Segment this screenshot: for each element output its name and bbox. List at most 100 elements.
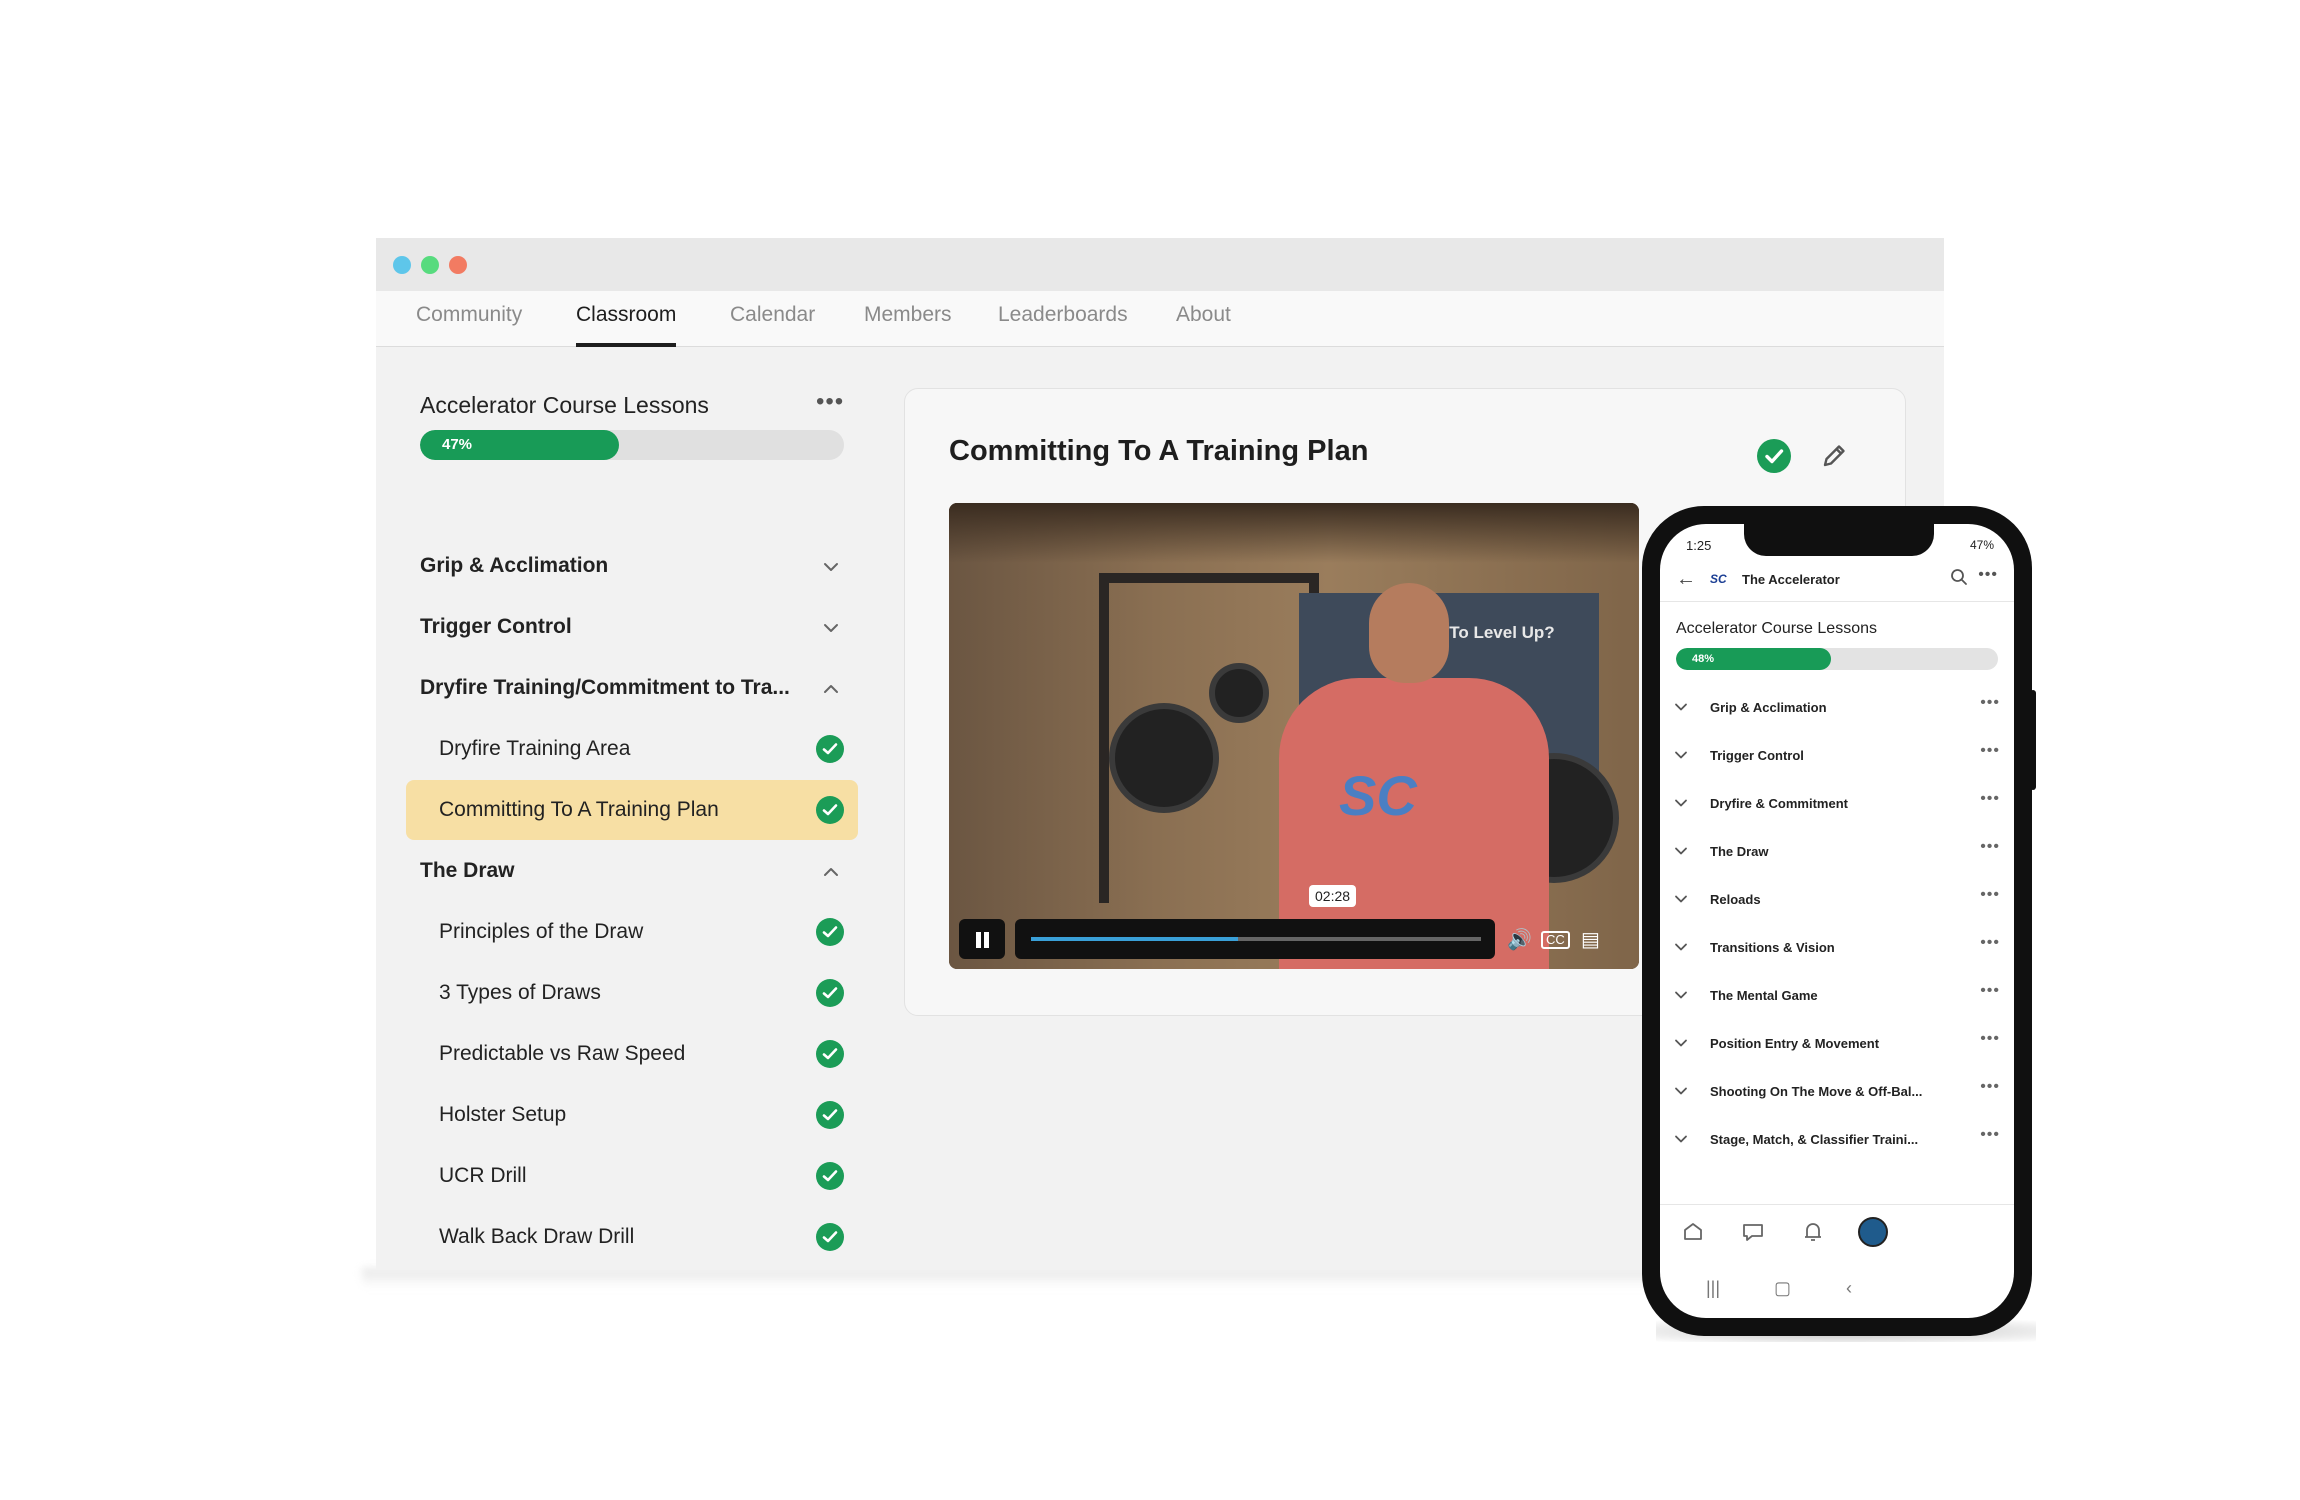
volume-icon[interactable]: 🔊 bbox=[1507, 927, 1532, 952]
app-title: The Accelerator bbox=[1742, 572, 1840, 587]
search-icon[interactable] bbox=[1950, 568, 1968, 586]
chevron-down-icon[interactable] bbox=[1674, 892, 1688, 906]
tab-members[interactable]: Members bbox=[864, 291, 952, 347]
section-more-button[interactable]: ••• bbox=[1980, 934, 2000, 952]
section-more-button[interactable]: ••• bbox=[1980, 982, 2000, 1000]
video-controls: 02:28 🔊 CC ▤ bbox=[959, 885, 1639, 959]
sidebar-lesson[interactable]: Committing To A Training Plan bbox=[406, 780, 858, 840]
chevron-down-icon[interactable] bbox=[822, 558, 840, 576]
section-more-button[interactable]: ••• bbox=[1980, 790, 2000, 808]
course-progress-label: 47% bbox=[442, 436, 473, 453]
section-more-button[interactable]: ••• bbox=[1980, 694, 2000, 712]
phone-section-row[interactable]: Trigger Control ••• bbox=[1660, 732, 2014, 780]
chevron-down-icon[interactable] bbox=[822, 619, 840, 637]
phone-section-row[interactable]: Transitions & Vision ••• bbox=[1660, 924, 2014, 972]
video-plate bbox=[1209, 663, 1269, 723]
section-more-button[interactable]: ••• bbox=[1980, 1078, 2000, 1096]
section-more-button[interactable]: ••• bbox=[1980, 838, 2000, 856]
lesson-title: Committing To A Training Plan bbox=[949, 435, 1369, 467]
more-icon[interactable]: ••• bbox=[1978, 566, 1998, 584]
sidebar-lesson[interactable]: Walk Back Draw Drill bbox=[406, 1207, 858, 1267]
phone-app-header: ← SC The Accelerator ••• bbox=[1660, 556, 2014, 602]
tab-classroom[interactable]: Classroom bbox=[576, 291, 677, 347]
tab-calendar[interactable]: Calendar bbox=[730, 291, 815, 347]
chevron-up-icon[interactable] bbox=[822, 863, 840, 881]
chevron-down-icon[interactable] bbox=[1674, 844, 1688, 858]
sidebar-section[interactable]: Dryfire Training/Commitment to Tra... bbox=[406, 658, 858, 718]
lesson-label: Dryfire Training Area bbox=[439, 737, 631, 760]
sidebar-lesson[interactable]: Holster Setup bbox=[406, 1085, 858, 1145]
sidebar-lesson[interactable]: Dryfire Training Area bbox=[406, 719, 858, 779]
phone-section-row[interactable]: The Mental Game ••• bbox=[1660, 972, 2014, 1020]
lesson-complete-icon[interactable] bbox=[1757, 439, 1791, 473]
phone-section-row[interactable]: Grip & Acclimation ••• bbox=[1660, 684, 2014, 732]
sidebar-lesson[interactable]: Principles of the Draw bbox=[406, 902, 858, 962]
sidebar-lesson[interactable]: UCR Drill bbox=[406, 1146, 858, 1206]
section-more-button[interactable]: ••• bbox=[1980, 1126, 2000, 1144]
chevron-down-icon[interactable] bbox=[1674, 940, 1688, 954]
sidebar-section[interactable]: Trigger Control bbox=[406, 597, 858, 657]
section-more-button[interactable]: ••• bbox=[1980, 1030, 2000, 1048]
phone-section-label: Grip & Acclimation bbox=[1710, 700, 1827, 715]
phone-section-row[interactable]: Position Entry & Movement ••• bbox=[1660, 1020, 2014, 1068]
phone-notch bbox=[1744, 524, 1934, 556]
section-label: The Draw bbox=[420, 859, 515, 882]
seek-bar[interactable]: 02:28 bbox=[1015, 885, 1495, 959]
time-tooltip: 02:28 bbox=[1309, 885, 1357, 907]
system-home-icon[interactable]: ▢ bbox=[1774, 1278, 1791, 1299]
sidebar-section[interactable]: Grip & Acclimation bbox=[406, 536, 858, 596]
section-more-button[interactable]: ••• bbox=[1980, 742, 2000, 760]
sidebar-lesson[interactable]: Weak Hand Transfer bbox=[406, 1268, 858, 1270]
tab-community[interactable]: Community bbox=[416, 291, 522, 347]
chevron-down-icon[interactable] bbox=[1674, 796, 1688, 810]
system-back-icon[interactable]: ‹ bbox=[1846, 1278, 1852, 1299]
check-circle-icon bbox=[816, 735, 844, 763]
transcript-icon[interactable]: ▤ bbox=[1581, 927, 1600, 952]
chevron-up-icon[interactable] bbox=[822, 680, 840, 698]
phone-section-label: Reloads bbox=[1710, 892, 1761, 907]
tab-leaderboards[interactable]: Leaderboards bbox=[998, 291, 1128, 347]
app-logo: SC bbox=[1710, 572, 1727, 586]
chevron-down-icon[interactable] bbox=[1674, 700, 1688, 714]
status-battery: 47% bbox=[1969, 538, 1994, 552]
chevron-down-icon[interactable] bbox=[1674, 748, 1688, 762]
tab-about[interactable]: About bbox=[1176, 291, 1231, 347]
chevron-down-icon[interactable] bbox=[1674, 1132, 1688, 1146]
chat-icon[interactable] bbox=[1740, 1219, 1766, 1245]
phone-progress-bar: 48% bbox=[1676, 648, 1998, 670]
home-icon[interactable] bbox=[1680, 1219, 1706, 1245]
phone-section-label: The Mental Game bbox=[1710, 988, 1818, 1003]
status-time: 1:25 bbox=[1686, 538, 1712, 553]
sidebar-lesson[interactable]: Predictable vs Raw Speed bbox=[406, 1024, 858, 1084]
sidebar-section[interactable]: The Draw bbox=[406, 841, 858, 901]
phone-section-row[interactable]: The Draw ••• bbox=[1660, 828, 2014, 876]
recent-apps-icon[interactable]: ||| bbox=[1706, 1278, 1720, 1299]
sidebar-lesson[interactable]: 3 Types of Draws bbox=[406, 963, 858, 1023]
section-more-button[interactable]: ••• bbox=[1980, 886, 2000, 904]
lesson-label: Holster Setup bbox=[439, 1103, 567, 1126]
course-title: Accelerator Course Lessons bbox=[420, 392, 709, 418]
check-circle-icon bbox=[816, 1162, 844, 1190]
window-dot-blue[interactable] bbox=[393, 256, 411, 274]
chevron-down-icon[interactable] bbox=[1674, 1084, 1688, 1098]
back-arrow-icon[interactable]: ← bbox=[1676, 568, 1696, 591]
phone-section-row[interactable]: Dryfire & Commitment ••• bbox=[1660, 780, 2014, 828]
course-more-button[interactable]: ••• bbox=[816, 388, 844, 416]
bell-icon[interactable] bbox=[1800, 1219, 1826, 1245]
lesson-video-player[interactable]: ant To Level Up? SC 02:28 🔊 CC ▤ bbox=[949, 503, 1639, 969]
pause-button[interactable] bbox=[959, 919, 1005, 959]
avatar[interactable] bbox=[1858, 1217, 1888, 1247]
section-label: Dryfire Training/Commitment to Tra... bbox=[420, 676, 790, 699]
video-plate bbox=[1109, 703, 1219, 813]
pencil-icon[interactable] bbox=[1817, 439, 1851, 473]
window-dot-red[interactable] bbox=[449, 256, 467, 274]
chevron-down-icon[interactable] bbox=[1674, 988, 1688, 1002]
chevron-down-icon[interactable] bbox=[1674, 1036, 1688, 1050]
phone-section-row[interactable]: Reloads ••• bbox=[1660, 876, 2014, 924]
window-dot-green[interactable] bbox=[421, 256, 439, 274]
phone-section-row[interactable]: Shooting On The Move & Off-Bal... ••• bbox=[1660, 1068, 2014, 1116]
seek-progress bbox=[1031, 937, 1238, 941]
captions-icon[interactable]: CC bbox=[1541, 931, 1570, 949]
phone-section-row[interactable]: Stage, Match, & Classifier Traini... ••• bbox=[1660, 1116, 2014, 1164]
check-circle-icon bbox=[816, 1040, 844, 1068]
